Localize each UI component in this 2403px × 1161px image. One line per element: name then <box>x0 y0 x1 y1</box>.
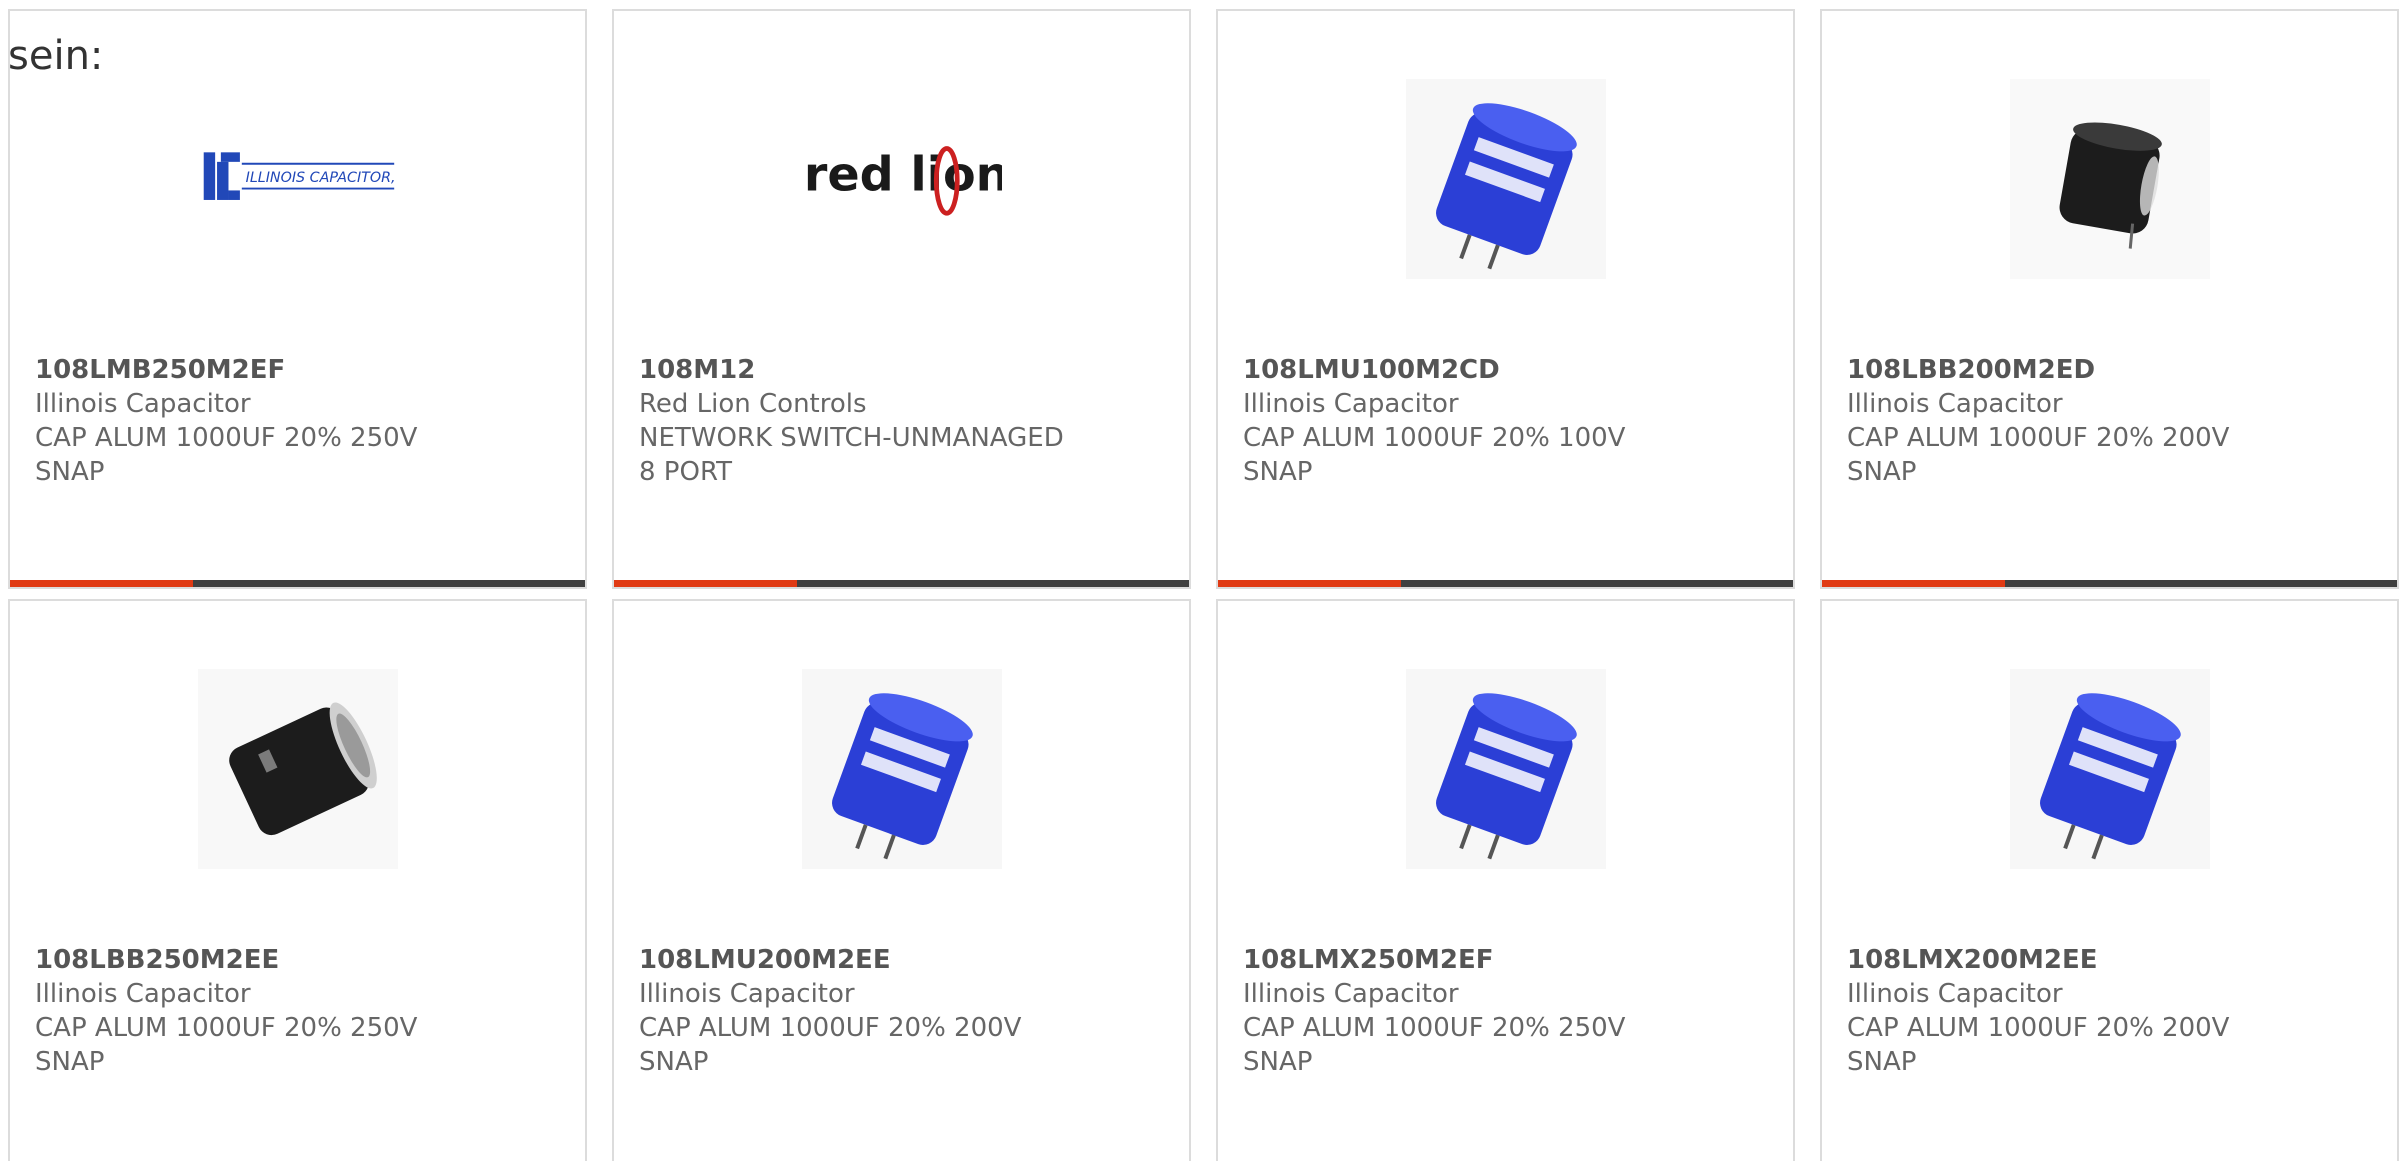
product-info: 108LMU200M2EE Illinois Capacitor CAP ALU… <box>639 943 1169 1079</box>
product-card[interactable]: ILLINOIS CAPACITOR, INC. 108LMB250M2EF I… <box>8 9 587 589</box>
manufacturer: Illinois Capacitor <box>1243 389 1459 419</box>
product-card[interactable]: 108LMX200M2EE Illinois Capacitor CAP ALU… <box>1820 599 2399 1161</box>
description: CAP ALUM 1000UF 20% 200V SNAP <box>1847 1013 2230 1077</box>
black-capacitor-image <box>197 669 398 869</box>
product-card[interactable]: 108LBB250M2EE Illinois Capacitor CAP ALU… <box>8 599 587 1161</box>
product-info: 108LMX200M2EE Illinois Capacitor CAP ALU… <box>1847 943 2377 1079</box>
card-accent <box>10 580 193 587</box>
illinois-capacitor-logo-image: ILLINOIS CAPACITOR, INC. <box>198 79 398 279</box>
blue-capacitor-image <box>801 669 1002 869</box>
card-accent <box>1822 580 2005 587</box>
part-number[interactable]: 108LMU200M2EE <box>639 943 1169 977</box>
card-bottom-bar <box>1822 580 2397 587</box>
page: sein: ILLINOIS CAPACITOR, INC. 1 <box>0 0 2403 1161</box>
card-bottom-bar <box>10 580 585 587</box>
product-card[interactable]: 108LMX250M2EF Illinois Capacitor CAP ALU… <box>1216 599 1795 1161</box>
product-info: 108LBB200M2ED Illinois Capacitor CAP ALU… <box>1847 353 2377 489</box>
page-label: sein: <box>8 33 104 79</box>
product-card[interactable]: 108LMU100M2CD Illinois Capacitor CAP ALU… <box>1216 9 1795 589</box>
description: CAP ALUM 1000UF 20% 250V SNAP <box>1243 1013 1626 1077</box>
card-bottom-bar <box>1218 580 1793 587</box>
description: CAP ALUM 1000UF 20% 200V SNAP <box>639 1013 1022 1077</box>
description: CAP ALUM 1000UF 20% 250V SNAP <box>35 1013 418 1077</box>
part-number[interactable]: 108LBB250M2EE <box>35 943 565 977</box>
blue-capacitor-image <box>1405 669 1606 869</box>
manufacturer: Illinois Capacitor <box>639 979 855 1009</box>
manufacturer: Illinois Capacitor <box>1847 389 2063 419</box>
description: CAP ALUM 1000UF 20% 200V SNAP <box>1847 423 2230 487</box>
manufacturer: Red Lion Controls <box>639 389 867 419</box>
description: NETWORK SWITCH-UNMANAGED 8 PORT <box>639 423 1064 487</box>
red-lion-logo-text: red lion <box>803 147 1001 202</box>
blue-capacitor-image <box>1405 79 1606 279</box>
product-info: 108M12 Red Lion Controls NETWORK SWITCH-… <box>639 353 1169 489</box>
product-info: 108LBB250M2EE Illinois Capacitor CAP ALU… <box>35 943 565 1079</box>
manufacturer: Illinois Capacitor <box>1847 979 2063 1009</box>
product-card[interactable]: 108LBB200M2ED Illinois Capacitor CAP ALU… <box>1820 9 2399 589</box>
red-lion-logo-image: red lion <box>802 79 1002 279</box>
card-accent <box>1218 580 1401 587</box>
product-grid: ILLINOIS CAPACITOR, INC. 108LMB250M2EF I… <box>8 9 2399 1161</box>
part-number[interactable]: 108LMX250M2EF <box>1243 943 1773 977</box>
part-number[interactable]: 108LMB250M2EF <box>35 353 565 387</box>
product-info: 108LMU100M2CD Illinois Capacitor CAP ALU… <box>1243 353 1773 489</box>
product-info: 108LMX250M2EF Illinois Capacitor CAP ALU… <box>1243 943 1773 1079</box>
svg-text:ILLINOIS CAPACITOR, INC.: ILLINOIS CAPACITOR, INC. <box>245 170 397 186</box>
part-number[interactable]: 108LBB200M2ED <box>1847 353 2377 387</box>
product-card[interactable]: red lion 108M12 Red Lion Controls NETWOR… <box>612 9 1191 589</box>
manufacturer: Illinois Capacitor <box>35 979 251 1009</box>
part-number[interactable]: 108LMX200M2EE <box>1847 943 2377 977</box>
black-capacitor-image <box>2009 79 2210 279</box>
product-card[interactable]: 108LMU200M2EE Illinois Capacitor CAP ALU… <box>612 599 1191 1161</box>
card-bottom-bar <box>614 580 1189 587</box>
product-info: 108LMB250M2EF Illinois Capacitor CAP ALU… <box>35 353 565 489</box>
card-accent <box>614 580 797 587</box>
part-number[interactable]: 108LMU100M2CD <box>1243 353 1773 387</box>
description: CAP ALUM 1000UF 20% 250V SNAP <box>35 423 418 487</box>
description: CAP ALUM 1000UF 20% 100V SNAP <box>1243 423 1626 487</box>
part-number[interactable]: 108M12 <box>639 353 1169 387</box>
manufacturer: Illinois Capacitor <box>35 389 251 419</box>
blue-capacitor-image <box>2009 669 2210 869</box>
manufacturer: Illinois Capacitor <box>1243 979 1459 1009</box>
